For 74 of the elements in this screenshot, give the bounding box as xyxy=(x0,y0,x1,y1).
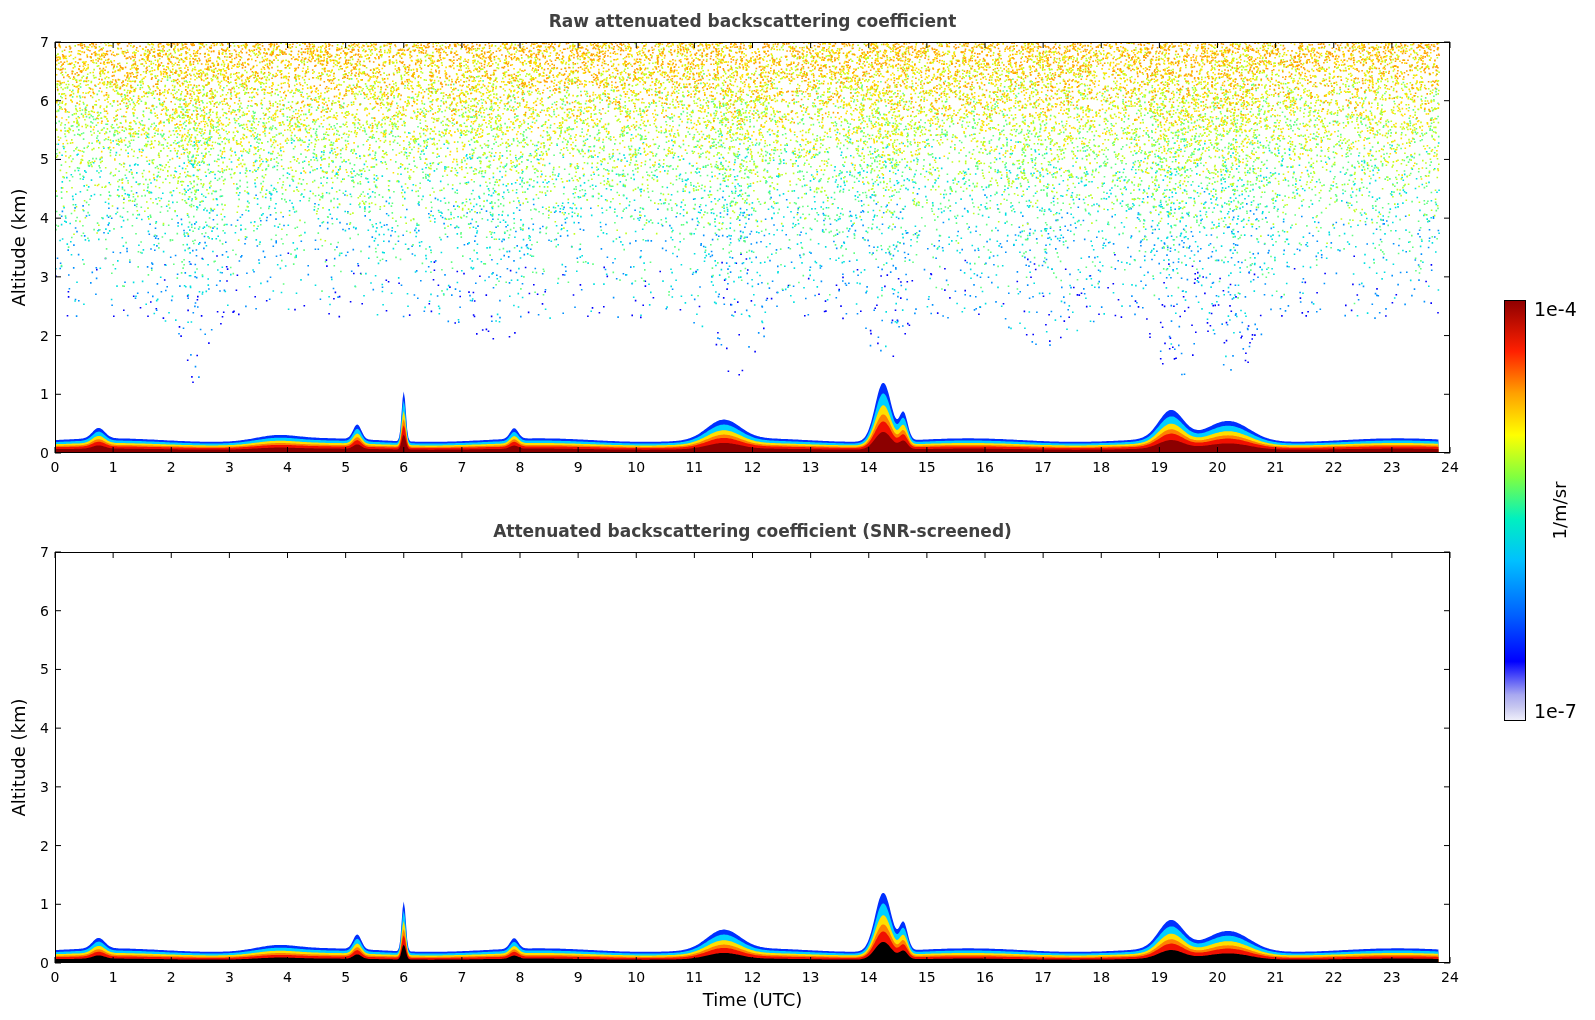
tick-label: 4 xyxy=(40,210,49,227)
tick-label: 15 xyxy=(917,969,936,985)
tick-label: 23 xyxy=(1382,459,1401,475)
tick-label: 7 xyxy=(457,459,467,475)
plot-title: Raw attenuated backscattering coefficient xyxy=(548,11,957,31)
tick-label: 14 xyxy=(859,459,878,475)
tick-label: 13 xyxy=(801,969,820,985)
tick-label: 18 xyxy=(1092,459,1111,475)
tick-label: 7 xyxy=(40,34,49,50)
tick-label: 6 xyxy=(40,602,49,619)
tick-label: 13 xyxy=(801,459,820,475)
axis-label: Altitude (km) xyxy=(8,188,29,307)
colorbar-max-label: 1e-4 xyxy=(1534,299,1577,319)
colorbar-unit-label: 1/m/sr xyxy=(1549,481,1571,539)
tick-label: 11 xyxy=(685,459,704,475)
tick-label: 5 xyxy=(40,151,49,168)
tick-label: 2 xyxy=(166,969,176,985)
tick-label: 6 xyxy=(399,459,409,475)
tick-label: 10 xyxy=(627,459,646,475)
tick-label: 5 xyxy=(341,969,351,985)
tick-label: 22 xyxy=(1324,459,1343,475)
tick-label: 1 xyxy=(40,386,49,403)
tick-label: 1 xyxy=(40,896,49,913)
tick-label: 9 xyxy=(573,459,583,475)
tick-label: 19 xyxy=(1150,459,1169,475)
tick-label: 12 xyxy=(743,969,762,985)
tick-label: 22 xyxy=(1324,969,1343,985)
tick-label: 17 xyxy=(1034,969,1053,985)
tick-label: 16 xyxy=(976,969,994,985)
tick-label: 14 xyxy=(859,969,878,985)
tick-label: 15 xyxy=(917,459,936,475)
tick-label: 16 xyxy=(976,459,994,475)
tick-label: 4 xyxy=(283,459,292,475)
plot-title: Attenuated backscattering coefficient (SNR-screened) xyxy=(493,521,1012,541)
tick-label: 11 xyxy=(685,969,704,985)
tick-label: 9 xyxy=(573,969,583,985)
tick-label: 2 xyxy=(40,837,49,854)
tick-label: 20 xyxy=(1208,459,1227,475)
tick-label: 20 xyxy=(1208,969,1227,985)
tick-label: 3 xyxy=(40,778,49,795)
tick-label: 21 xyxy=(1266,459,1285,475)
axis-label: Time (UTC) xyxy=(702,989,803,1010)
tick-label: 2 xyxy=(166,459,176,475)
tick-label: 18 xyxy=(1092,969,1111,985)
tick-label: 8 xyxy=(515,459,525,475)
tick-label: 3 xyxy=(224,459,234,475)
tick-label: 12 xyxy=(743,459,762,475)
tick-label: 17 xyxy=(1034,459,1053,475)
tick-label: 24 xyxy=(1441,459,1459,475)
tick-label: 1 xyxy=(108,969,118,985)
tick-label: 21 xyxy=(1266,969,1285,985)
tick-label: 3 xyxy=(40,268,49,285)
tick-label: 2 xyxy=(40,327,49,344)
colorbar-min-label: 1e-7 xyxy=(1534,701,1577,721)
tick-label: 8 xyxy=(515,969,525,985)
tick-label: 4 xyxy=(283,969,292,985)
tick-label: 10 xyxy=(627,969,646,985)
tick-label: 0 xyxy=(50,969,60,985)
tick-label: 0 xyxy=(40,445,49,461)
tick-label: 7 xyxy=(40,544,49,560)
tick-label: 6 xyxy=(40,92,49,109)
tick-label: 7 xyxy=(457,969,467,985)
axis-label: Altitude (km) xyxy=(8,698,29,817)
tick-label: 24 xyxy=(1441,969,1459,985)
tick-label: 1 xyxy=(108,459,118,475)
tick-label: 6 xyxy=(399,969,409,985)
tick-label: 0 xyxy=(50,459,60,475)
tick-label: 23 xyxy=(1382,969,1401,985)
tick-label: 4 xyxy=(40,720,49,737)
tick-label: 19 xyxy=(1150,969,1169,985)
tick-label: 5 xyxy=(341,459,351,475)
tick-label: 3 xyxy=(224,969,234,985)
tick-label: 0 xyxy=(40,955,49,971)
tick-label: 5 xyxy=(40,661,49,678)
